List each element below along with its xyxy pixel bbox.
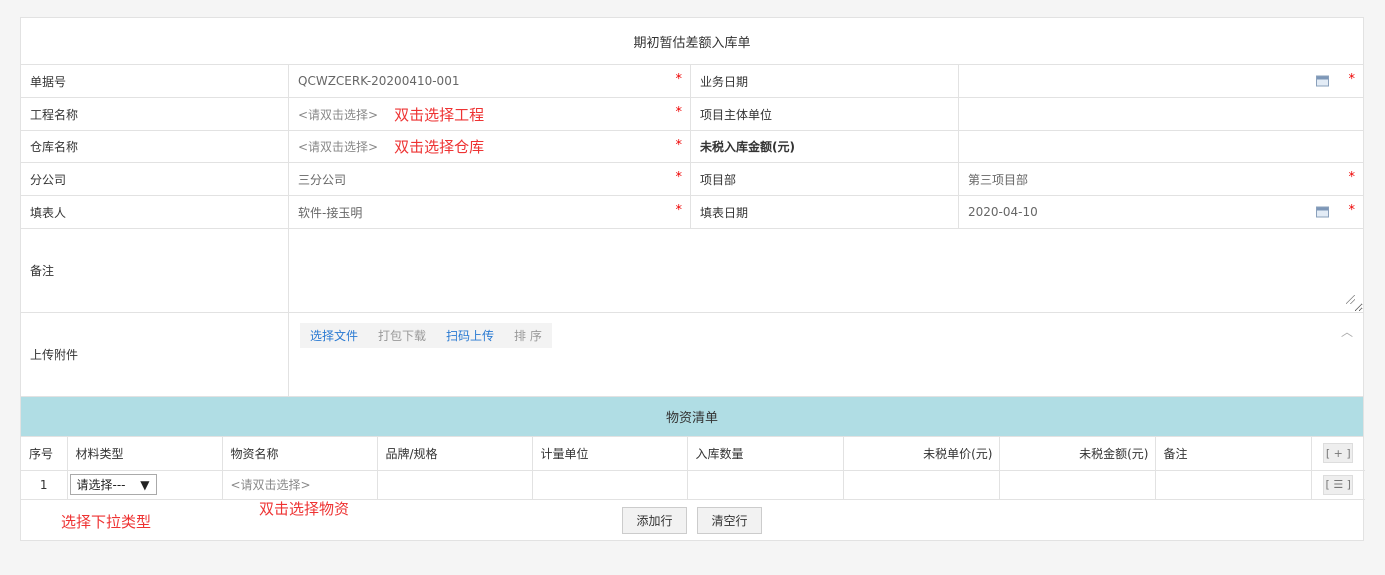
col-index: 序号 xyxy=(21,437,68,471)
required-mark: * xyxy=(1348,203,1356,218)
form-row-attachment: 上传附件 选择文件 打包下载 扫码上传 排 序 ︿ xyxy=(21,313,1363,397)
project-dept-field[interactable]: 第三项目部 * xyxy=(959,163,1363,195)
material-name-cell[interactable]: <请双击选择> xyxy=(222,470,378,500)
package-download-button[interactable]: 打包下载 xyxy=(368,323,437,348)
form-row-branch: 分公司 三分公司 * 项目部 第三项目部 * xyxy=(21,163,1363,196)
table-header-row: 序号 材料类型 物资名称 品牌/规格 计量单位 入库数量 未税单价(元) 未税金… xyxy=(21,437,1365,471)
col-amount: 未税金额(元) xyxy=(999,437,1156,471)
required-mark: * xyxy=(675,137,683,153)
row-menu-button[interactable]: [ ☰ ] xyxy=(1323,474,1354,495)
fill-date-field[interactable]: 2020-04-10 * xyxy=(959,196,1363,228)
doc-no-field[interactable]: QCWZCERK-20200410-001 * xyxy=(289,65,691,97)
scan-upload-button[interactable]: 扫码上传 xyxy=(436,323,505,348)
calendar-icon[interactable] xyxy=(1316,206,1329,218)
col-material-type: 材料类型 xyxy=(67,437,223,471)
col-unit: 计量单位 xyxy=(532,437,688,471)
branch-label: 分公司 xyxy=(30,172,67,187)
project-dept-label: 项目部 xyxy=(700,172,737,187)
project-name-field[interactable]: <请双击选择> 双击选择工程 * xyxy=(289,98,691,130)
brand-spec-cell[interactable] xyxy=(377,470,533,500)
project-owner-field[interactable] xyxy=(959,98,1363,130)
amount-cell[interactable] xyxy=(999,470,1156,500)
project-hint: 双击选择工程 xyxy=(394,105,485,124)
fill-date-label: 填表日期 xyxy=(700,205,749,220)
form-row-remark: 备注 xyxy=(21,229,1363,313)
collapse-up-icon[interactable]: ︿ xyxy=(1341,323,1353,340)
warehouse-name-field[interactable]: <请双击选择> 双击选择仓库 * xyxy=(289,131,691,162)
unit-cell[interactable] xyxy=(532,470,688,500)
col-unit-price: 未税单价(元) xyxy=(843,437,1000,471)
required-mark: * xyxy=(675,203,683,218)
remark-cell[interactable] xyxy=(1155,470,1312,500)
material-select-hint: 双击选择物资 xyxy=(259,499,350,518)
col-quantity: 入库数量 xyxy=(687,437,844,471)
col-remark: 备注 xyxy=(1155,437,1312,471)
doc-no-label: 单据号 xyxy=(30,74,67,89)
business-date-label: 业务日期 xyxy=(700,74,749,89)
form-title: 期初暂估差额入库单 xyxy=(21,18,1363,65)
col-brand-spec: 品牌/规格 xyxy=(377,437,533,471)
materials-table: 序号 材料类型 物资名称 品牌/规格 计量单位 入库数量 未税单价(元) 未税金… xyxy=(21,437,1365,500)
quantity-cell[interactable] xyxy=(687,470,844,500)
required-mark: * xyxy=(1348,72,1356,87)
form-row-filler: 填表人 软件-接玉明 * 填表日期 2020-04-10 * xyxy=(21,196,1363,229)
branch-field[interactable]: 三分公司 * xyxy=(289,163,691,195)
untaxed-amount-field[interactable] xyxy=(959,131,1363,162)
resize-grip-icon[interactable] xyxy=(1346,295,1355,304)
warehouse-hint: 双击选择仓库 xyxy=(394,138,485,156)
required-mark: * xyxy=(675,105,683,120)
business-date-field[interactable]: * xyxy=(959,65,1363,97)
unit-price-cell[interactable] xyxy=(843,470,1000,500)
choose-file-button[interactable]: 选择文件 xyxy=(300,323,369,348)
dropdown-arrow-icon: ▼ xyxy=(140,477,150,492)
table-footer: 添加行 清空行 选择下拉类型 双击选择物资 xyxy=(21,500,1363,540)
project-owner-label: 项目主体单位 xyxy=(700,107,773,122)
sort-button[interactable]: 排 序 xyxy=(504,323,552,348)
row-index: 1 xyxy=(21,470,68,500)
inbound-form: 期初暂估差额入库单 单据号 QCWZCERK-20200410-001 * 业务日… xyxy=(20,17,1365,541)
upload-toolbar: 选择文件 打包下载 扫码上传 排 序 xyxy=(300,323,552,348)
project-name-label: 工程名称 xyxy=(30,107,79,122)
required-mark: * xyxy=(1348,170,1356,185)
remark-label: 备注 xyxy=(30,264,55,278)
material-type-select[interactable]: 请选择--- ▼ xyxy=(69,474,157,495)
materials-title: 物资清单 xyxy=(21,397,1363,437)
form-row-warehouse: 仓库名称 <请双击选择> 双击选择仓库 * 未税入库金额(元) xyxy=(21,131,1363,163)
required-mark: * xyxy=(675,72,683,87)
calendar-icon[interactable] xyxy=(1316,75,1329,87)
form-row-doc-no: 单据号 QCWZCERK-20200410-001 * 业务日期 * xyxy=(21,65,1363,98)
filler-field[interactable]: 软件-接玉明 * xyxy=(289,196,691,228)
untaxed-amount-label: 未税入库金额(元) xyxy=(700,140,795,154)
col-material-name: 物资名称 xyxy=(222,437,378,471)
warehouse-name-label: 仓库名称 xyxy=(30,140,79,154)
clear-rows-button[interactable]: 清空行 xyxy=(697,506,762,534)
filler-label: 填表人 xyxy=(30,205,67,220)
required-mark: * xyxy=(675,170,683,185)
table-row: 1 请选择--- ▼ <请双击选择> [ ☰ ] xyxy=(21,470,1365,500)
add-column-button[interactable]: [ + ] xyxy=(1323,443,1354,464)
attachment-label: 上传附件 xyxy=(30,348,79,362)
add-row-button[interactable]: 添加行 xyxy=(622,506,687,534)
remark-textarea[interactable] xyxy=(289,229,1363,312)
type-select-hint: 选择下拉类型 xyxy=(61,512,152,531)
form-row-project: 工程名称 <请双击选择> 双击选择工程 * 项目主体单位 xyxy=(21,98,1363,131)
